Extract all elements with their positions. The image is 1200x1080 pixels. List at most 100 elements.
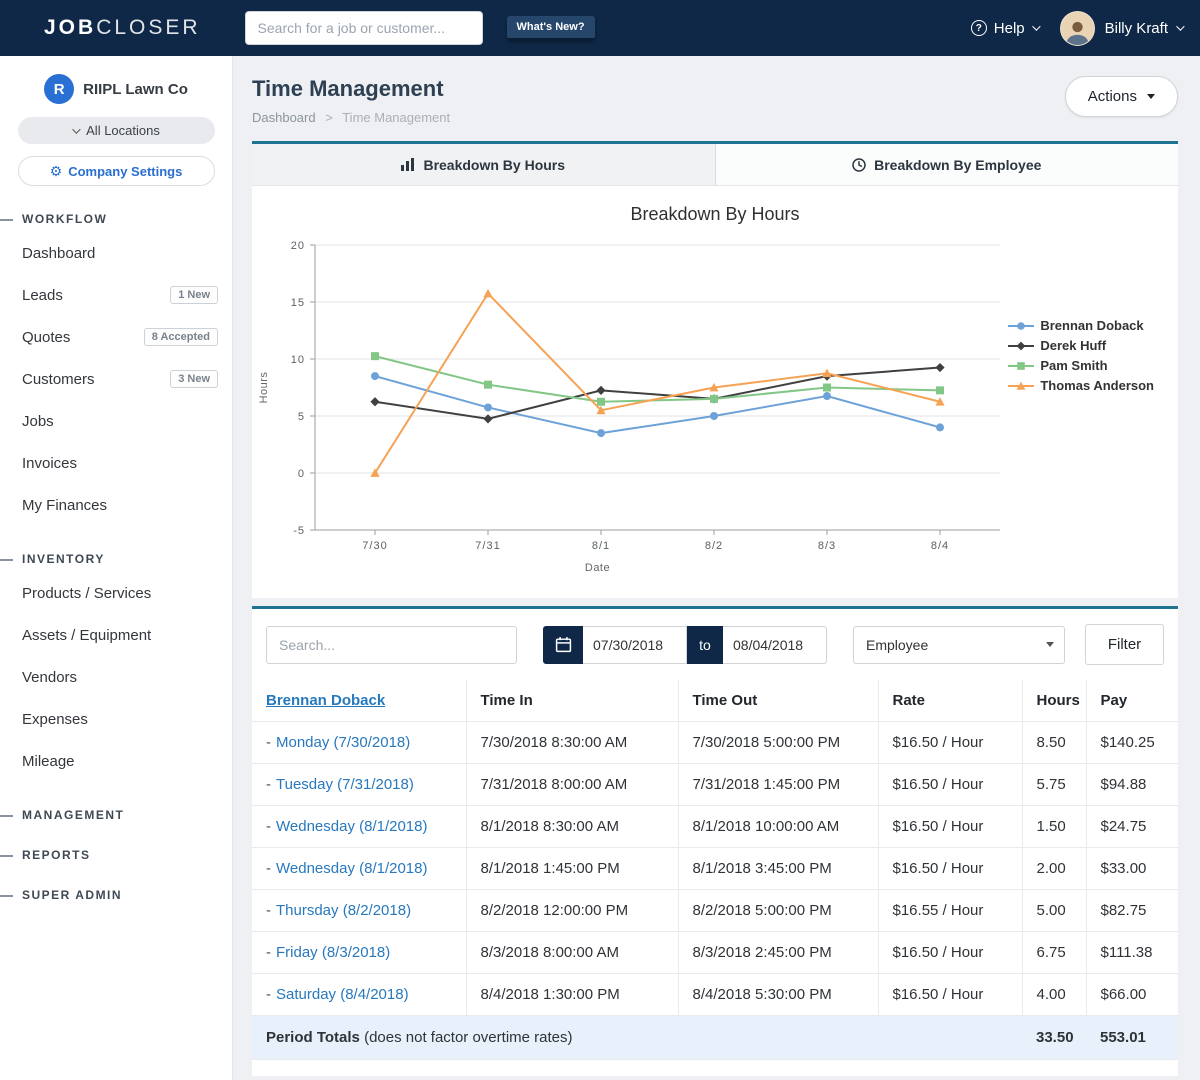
company-settings-label: Company Settings xyxy=(68,164,182,179)
sidebar-item[interactable]: Mileage xyxy=(0,740,232,782)
user-avatar[interactable] xyxy=(1060,11,1095,46)
tab-bar: Breakdown By Hours Breakdown By Employee xyxy=(252,144,1178,186)
day-link[interactable]: Saturday (8/4/2018) xyxy=(276,986,409,1003)
sidebar-item-label: Leads xyxy=(22,287,63,304)
gear-icon: ⚙ xyxy=(50,164,63,178)
section-super-admin[interactable]: SUPER ADMIN xyxy=(0,888,232,902)
breadcrumb-separator: > xyxy=(325,110,333,125)
time-out-cell: 7/30/2018 5:00:00 PM xyxy=(678,722,878,764)
day-cell: -Wednesday (8/1/2018) xyxy=(252,848,466,890)
rate-cell: $16.50 / Hour xyxy=(878,932,1022,974)
legend-item[interactable]: Thomas Anderson xyxy=(1008,378,1154,393)
svg-text:15: 15 xyxy=(291,297,305,309)
workflow-nav: Dashboard Leads 1 New Quotes 8 Accepted … xyxy=(0,232,232,526)
sidebar-item[interactable]: Invoices xyxy=(0,442,232,484)
sidebar-item-badge: 8 Accepted xyxy=(144,328,218,346)
section-reports[interactable]: REPORTS xyxy=(0,848,232,862)
time-out-cell: 7/31/2018 1:45:00 PM xyxy=(678,764,878,806)
employee-link[interactable]: Brennan Doback xyxy=(266,692,385,709)
section-inventory: INVENTORY xyxy=(0,552,232,566)
sidebar-item-badge: 3 New xyxy=(170,370,218,388)
calendar-button[interactable] xyxy=(543,626,583,664)
sidebar-item-label: Jobs xyxy=(22,413,54,430)
rate-cell: $16.50 / Hour xyxy=(878,722,1022,764)
chart-title: Breakdown By Hours xyxy=(252,204,1178,225)
legend-label: Derek Huff xyxy=(1040,338,1106,353)
page: JOBCLOSER What's New? ? Help Billy Kraft xyxy=(0,0,1200,1080)
svg-text:10: 10 xyxy=(291,354,305,366)
sidebar-item[interactable]: Leads 1 New xyxy=(0,274,232,316)
hours-cell: 5.75 xyxy=(1022,764,1086,806)
clock-icon xyxy=(852,158,866,172)
company-name: RIIPL Lawn Co xyxy=(83,81,188,98)
time-out-cell: 8/1/2018 3:45:00 PM xyxy=(678,848,878,890)
sidebar-item-label: Products / Services xyxy=(22,585,151,602)
day-link[interactable]: Thursday (8/2/2018) xyxy=(276,902,411,919)
timesheet-row: -Thursday (8/2/2018) 8/2/2018 12:00:00 P… xyxy=(252,890,1178,932)
sidebar-item-label: Dashboard xyxy=(22,245,95,262)
legend-item[interactable]: Brennan Doback xyxy=(1008,318,1154,333)
sidebar-item[interactable]: Customers 3 New xyxy=(0,358,232,400)
legend-item[interactable]: Pam Smith xyxy=(1008,358,1154,373)
day-link[interactable]: Tuesday (7/31/2018) xyxy=(276,776,414,793)
legend-label: Pam Smith xyxy=(1040,358,1107,373)
date-from-input[interactable] xyxy=(583,626,687,664)
help-menu[interactable]: ? Help xyxy=(971,20,1038,37)
table-search-input[interactable] xyxy=(266,626,517,664)
sidebar-item[interactable]: Quotes 8 Accepted xyxy=(0,316,232,358)
day-link[interactable]: Wednesday (8/1/2018) xyxy=(276,860,428,877)
global-search-input[interactable] xyxy=(245,11,483,45)
sidebar-item[interactable]: Assets / Equipment xyxy=(0,614,232,656)
col-header-pay: Pay xyxy=(1086,680,1178,722)
pay-cell: $82.75 xyxy=(1086,890,1178,932)
day-dash: - xyxy=(266,902,271,919)
svg-text:-5: -5 xyxy=(293,525,305,537)
day-link[interactable]: Friday (8/3/2018) xyxy=(276,944,390,961)
day-cell: -Thursday (8/2/2018) xyxy=(252,890,466,932)
calendar-icon xyxy=(555,636,572,653)
company-header: R RIIPL Lawn Co xyxy=(0,56,232,104)
chart-panel: Breakdown By Hours Breakdown By Employee… xyxy=(252,141,1178,598)
employee-select[interactable]: Employee xyxy=(853,626,1065,664)
sidebar-item[interactable]: Expenses xyxy=(0,698,232,740)
tab-breakdown-by-hours[interactable]: Breakdown By Hours xyxy=(252,144,715,185)
sidebar-item[interactable]: My Finances xyxy=(0,484,232,526)
locations-dropdown[interactable]: All Locations xyxy=(18,117,215,144)
sidebar-item[interactable]: Jobs xyxy=(0,400,232,442)
breadcrumb-current: Time Management xyxy=(342,110,450,125)
period-totals-row: Period Totals (does not factor overtime … xyxy=(252,1016,1178,1060)
period-totals-hours: 33.50 xyxy=(1022,1016,1086,1060)
legend-label: Brennan Doback xyxy=(1040,318,1143,333)
svg-text:7/30: 7/30 xyxy=(362,540,387,552)
whats-new-button[interactable]: What's New? xyxy=(507,16,595,40)
rate-cell: $16.55 / Hour xyxy=(878,890,1022,932)
tab-breakdown-by-employee[interactable]: Breakdown By Employee xyxy=(715,144,1179,185)
main-content: Time Management Dashboard > Time Managem… xyxy=(233,56,1200,1080)
time-in-cell: 8/2/2018 12:00:00 PM xyxy=(466,890,678,932)
filter-button[interactable]: Filter xyxy=(1085,624,1164,665)
actions-button[interactable]: Actions xyxy=(1065,76,1178,117)
day-dash: - xyxy=(266,818,271,835)
user-name: Billy Kraft xyxy=(1105,20,1168,37)
user-menu[interactable]: Billy Kraft xyxy=(1060,11,1182,46)
time-out-cell: 8/4/2018 5:30:00 PM xyxy=(678,974,878,1016)
sidebar-item[interactable]: Products / Services xyxy=(0,572,232,614)
col-header-hours: Hours xyxy=(1022,680,1086,722)
day-link[interactable]: Wednesday (8/1/2018) xyxy=(276,818,428,835)
time-out-cell: 8/3/2018 2:45:00 PM xyxy=(678,932,878,974)
app-logo[interactable]: JOBCLOSER xyxy=(44,16,201,40)
day-cell: -Monday (7/30/2018) xyxy=(252,722,466,764)
sidebar-item[interactable]: Dashboard xyxy=(0,232,232,274)
date-to-input[interactable] xyxy=(723,626,827,664)
pay-cell: $94.88 xyxy=(1086,764,1178,806)
breadcrumb-dashboard[interactable]: Dashboard xyxy=(252,110,316,125)
section-management[interactable]: MANAGEMENT xyxy=(0,808,232,822)
sidebar-item-label: Mileage xyxy=(22,753,75,770)
day-link[interactable]: Monday (7/30/2018) xyxy=(276,734,410,751)
person-icon xyxy=(1064,18,1091,45)
sidebar-item[interactable]: Vendors xyxy=(0,656,232,698)
sidebar-item-label: Expenses xyxy=(22,711,88,728)
company-settings-button[interactable]: ⚙ Company Settings xyxy=(18,156,215,186)
svg-text:8/1: 8/1 xyxy=(592,540,610,552)
legend-item[interactable]: Derek Huff xyxy=(1008,338,1154,353)
